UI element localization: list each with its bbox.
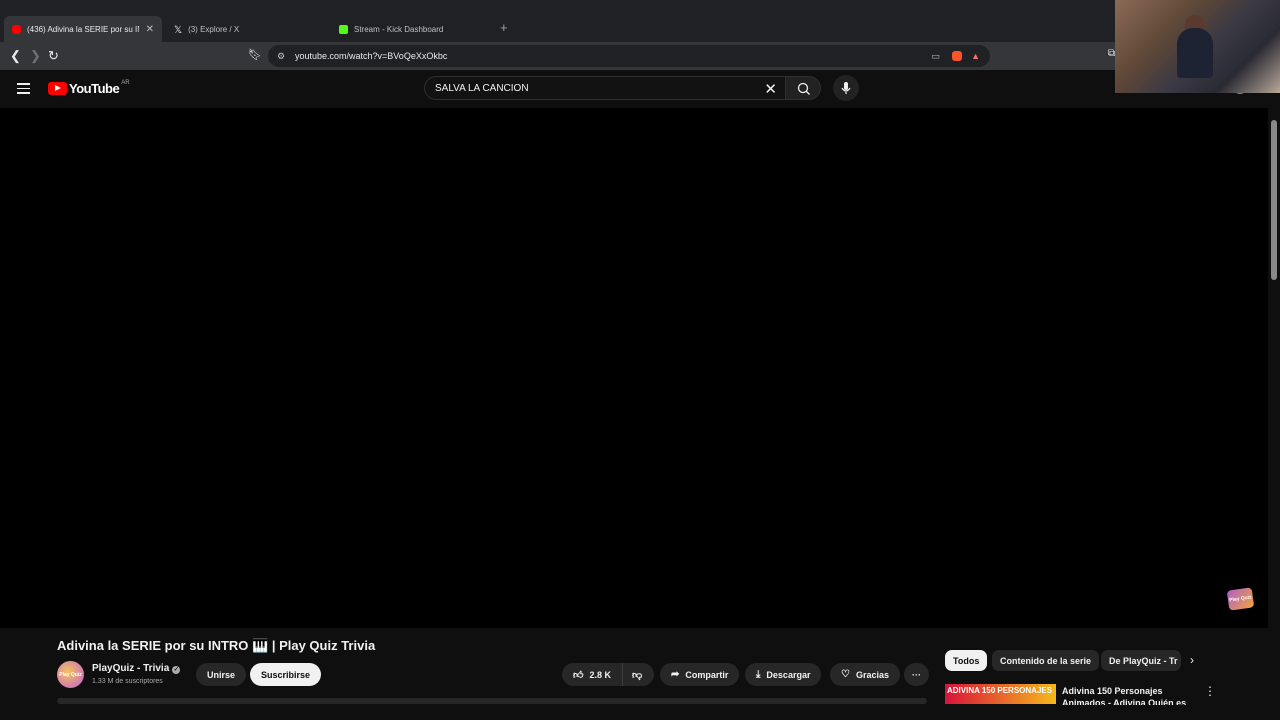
reload-icon[interactable]: ↻	[48, 48, 59, 64]
channel-name-row[interactable]: PlayQuiz - Trivia ✓	[92, 663, 181, 674]
chip-todos[interactable]: Todos	[945, 650, 988, 671]
chip-series[interactable]: Contenido de la serie	[992, 650, 1100, 671]
webcam-overlay	[1115, 0, 1280, 93]
like-button[interactable]: 👍︎ 2.8 K	[562, 663, 622, 686]
url-text: youtube.com/watch?v=BVoQeXxOkbc	[295, 51, 448, 61]
tab-label: (436) Adivina la SERIE por su INT	[27, 24, 139, 34]
tab-label: Stream - Kick Dashboard	[354, 24, 444, 34]
streamer-body	[1177, 28, 1213, 78]
share-icon: ➦	[671, 669, 680, 680]
x-icon: 𝕏	[174, 24, 183, 36]
channel-watermark[interactable]: Play Quiz	[1226, 587, 1255, 611]
verified-icon: ✓	[172, 666, 181, 674]
thanks-label: Gracias	[855, 669, 889, 680]
brave-rewards-icon[interactable]: ▲	[971, 51, 980, 61]
chip-from-channel[interactable]: De PlayQuiz - Tr	[1101, 650, 1181, 671]
youtube-icon	[12, 24, 21, 34]
logo-text: YouTube	[69, 81, 120, 96]
kick-icon	[339, 24, 348, 34]
video-title: Adivina la SERIE por su INTRO 🎹 | Play Q…	[57, 638, 376, 653]
thumbs-down-icon: 👎︎	[632, 669, 643, 681]
subscribe-button[interactable]: Suscribirse	[250, 663, 322, 686]
microphone-icon	[841, 82, 851, 94]
share-button[interactable]: ➦ Compartir	[660, 663, 740, 686]
site-info-icon[interactable]: ⚙	[277, 51, 285, 62]
youtube-header: YouTube AR SALVA LA CANCION ✕	[0, 70, 1280, 108]
description-box[interactable]	[57, 698, 927, 704]
search-value: SALVA LA CANCION	[435, 83, 529, 94]
close-tab-icon[interactable]: ✕	[146, 24, 154, 35]
browser-tab-bar: (436) Adivina la SERIE por su INT ✕ 𝕏 (3…	[0, 0, 1280, 42]
scrollbar-thumb[interactable]	[1271, 120, 1277, 280]
voice-search-button[interactable]	[833, 75, 859, 101]
new-tab-button[interactable]: +	[500, 20, 508, 35]
bookmark-icon[interactable]: 🔖︎	[248, 48, 262, 61]
like-count: 2.8 K	[589, 669, 611, 680]
channel-avatar[interactable]: Play Quiz	[57, 661, 84, 688]
tab-label: (3) Explore / X	[188, 24, 240, 34]
thumbs-up-icon: 👍︎	[573, 669, 584, 681]
join-button[interactable]: Unirse	[196, 663, 247, 686]
recommendation-thumbnail[interactable]: ADIVINA 150 PERSONAJES	[945, 684, 1056, 704]
menu-icon[interactable]	[17, 83, 30, 97]
youtube-logo[interactable]: YouTube AR	[48, 79, 130, 96]
brave-shields-icon[interactable]	[952, 51, 962, 61]
download-label: Descargar	[766, 669, 811, 680]
clear-search-icon[interactable]: ✕	[764, 80, 777, 98]
search-input[interactable]: SALVA LA CANCION ✕	[424, 76, 787, 100]
youtube-play-icon	[48, 82, 67, 95]
share-label: Compartir	[685, 669, 729, 680]
page-scrollbar[interactable]	[1268, 108, 1280, 720]
url-field[interactable]: ⚙ youtube.com/watch?v=BVoQeXxOkbc ▭ ▲	[268, 45, 990, 67]
more-actions-button[interactable]: ···	[904, 663, 929, 686]
address-bar-row: ❮ ❯ ↻ 🔖︎ ⚙ youtube.com/watch?v=BVoQeXxOk…	[0, 42, 1280, 70]
forward-icon[interactable]: ❯	[30, 48, 41, 64]
search-icon	[797, 82, 810, 95]
tab-x[interactable]: 𝕏 (3) Explore / X	[166, 16, 326, 42]
heart-dollar-icon: ♡	[841, 669, 850, 680]
thanks-button[interactable]: ♡ Gracias	[830, 663, 900, 686]
back-icon[interactable]: ❮	[10, 48, 21, 64]
download-icon: ⤓	[756, 669, 761, 680]
cast-icon[interactable]: ▭	[931, 51, 940, 62]
tab-kick[interactable]: Stream - Kick Dashboard	[331, 16, 491, 42]
search-button[interactable]	[785, 76, 821, 100]
download-button[interactable]: ⤓ Descargar	[745, 663, 822, 686]
country-code: AR	[121, 79, 130, 86]
subscriber-count: 1.33 M de suscriptores	[92, 678, 163, 685]
video-player[interactable]	[0, 108, 1268, 628]
channel-name[interactable]: PlayQuiz - Trivia	[92, 663, 169, 674]
chevron-right-icon[interactable]: ›	[1190, 653, 1194, 667]
tab-youtube[interactable]: (436) Adivina la SERIE por su INT ✕	[4, 16, 162, 42]
recommendation-title[interactable]: Adivina 150 Personajes Animados - Adivin…	[1062, 685, 1202, 705]
kebab-menu-icon[interactable]: ⋮	[1204, 684, 1216, 698]
dislike-button[interactable]: 👎︎	[622, 663, 654, 686]
